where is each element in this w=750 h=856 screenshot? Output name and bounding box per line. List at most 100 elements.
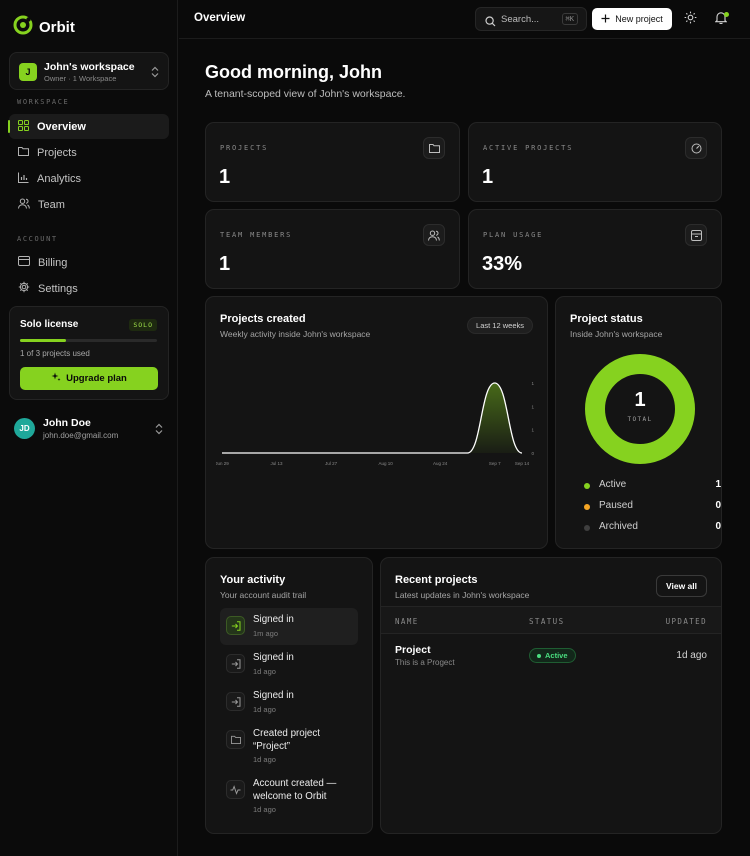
stat-label: PROJECTS	[220, 144, 269, 152]
legend-label: Paused	[599, 500, 633, 511]
sidebar-item-label: Projects	[37, 146, 77, 159]
y-tick-label: 1	[531, 404, 534, 409]
activity-subtitle: Your account audit trail	[220, 590, 307, 600]
chart-subtitle: Weekly activity inside John's workspace	[220, 329, 371, 339]
sidebar-item-label: Analytics	[37, 172, 82, 185]
project-name: Project	[395, 644, 431, 656]
credit-card-icon	[18, 256, 30, 269]
license-badge: SOLO	[129, 319, 157, 331]
legend-label: Archived	[599, 521, 638, 532]
y-tick-label: 0	[531, 451, 534, 456]
activity-item-title: Signed in	[253, 652, 294, 663]
folder-icon	[18, 146, 29, 159]
stat-card-plan-usage[interactable]: PLAN USAGE 33%	[468, 209, 722, 289]
project-description: This is a Progect	[395, 658, 455, 667]
sidebar-item-analytics[interactable]: Analytics	[9, 166, 169, 191]
status-label: Active	[545, 651, 568, 660]
sign-in-icon	[226, 654, 245, 673]
folder-icon	[423, 137, 445, 159]
recent-projects-card: Recent projects Latest updates in John's…	[380, 557, 722, 834]
license-card: Solo license SOLO 1 of 3 projects used U…	[9, 306, 169, 400]
sidebar-item-overview[interactable]: Overview	[8, 114, 169, 139]
sidebar-item-label: Settings	[38, 282, 78, 295]
user-email: john.doe@gmail.com	[43, 431, 119, 440]
status-subtitle: Inside John's workspace	[570, 329, 663, 339]
folder-icon	[226, 730, 245, 749]
column-header-status: STATUS	[529, 617, 565, 626]
new-project-button[interactable]: New project	[592, 8, 672, 30]
page-title: Overview	[194, 12, 246, 24]
legend-item-archived: Archived 0	[584, 521, 721, 535]
y-tick-label: 1	[531, 381, 534, 386]
activity-title: Your activity	[220, 574, 286, 586]
projects-created-card: Projects created Weekly activity inside …	[205, 296, 548, 549]
stat-value: 1	[219, 166, 231, 188]
column-header-updated: UPDATED	[665, 617, 707, 626]
range-select-button[interactable]: Last 12 weeks	[467, 317, 533, 334]
notification-dot	[724, 12, 729, 17]
activity-item[interactable]: Account created — welcome to Orbit 1d ago	[220, 772, 358, 820]
license-usage-bar	[20, 339, 157, 342]
upgrade-plan-button[interactable]: Upgrade plan	[20, 367, 158, 390]
x-tick-label: Jul 13	[271, 461, 284, 466]
projects-area-chart: Jun 29 Jul 13 Jul 27 Aug 10 Aug 24 Sep 7 Sep 1…	[216, 381, 534, 466]
theme-toggle-sun-icon[interactable]	[684, 11, 697, 29]
donut-total-value: 1	[634, 389, 646, 411]
stat-card-active-projects[interactable]: ACTIVE PROJECTS 1	[468, 122, 722, 202]
bar-chart-icon	[18, 172, 29, 186]
stat-card-projects[interactable]: PROJECTS 1	[205, 122, 460, 202]
x-tick-label: Jun 29	[216, 461, 229, 466]
workspace-switcher[interactable]: J John's workspace Owner · 1 Workspace	[9, 52, 169, 90]
legend-dot	[584, 483, 590, 489]
x-tick-label: Sep 14	[515, 461, 530, 466]
workspace-meta: Owner · 1 Workspace	[44, 74, 117, 83]
workspace-name: John's workspace	[44, 61, 135, 73]
sidebar-item-label: Overview	[37, 120, 86, 133]
greeting-title: Good morning, John	[205, 62, 382, 82]
sidebar-item-label: Billing	[38, 256, 68, 269]
upgrade-plan-label: Upgrade plan	[66, 373, 127, 384]
x-tick-label: Aug 10	[379, 461, 394, 466]
gauge-icon	[685, 137, 707, 159]
table-row[interactable]: Project This is a Progect Active 1d ago	[381, 636, 721, 676]
license-usage-fill	[20, 339, 66, 342]
column-header-name: NAME	[395, 617, 419, 626]
activity-item-time: 1d ago	[253, 755, 276, 764]
stat-card-team-members[interactable]: TEAM MEMBERS 1	[205, 209, 460, 289]
legend-dot	[584, 504, 590, 510]
activity-item-title: Created project “Project”	[253, 728, 320, 752]
search-icon	[485, 14, 496, 32]
activity-item-title: Signed in	[253, 690, 294, 701]
stat-value: 1	[219, 253, 231, 275]
brand[interactable]: Orbit	[13, 15, 75, 40]
activity-item-time: 1d ago	[253, 667, 276, 676]
activity-item-title: Signed in	[253, 614, 294, 625]
sidebar-item-team[interactable]: Team	[9, 192, 169, 217]
x-tick-label: Aug 24	[433, 461, 448, 466]
activity-item[interactable]: Created project “Project” 1d ago	[220, 722, 358, 770]
plus-icon	[601, 14, 610, 25]
stat-label: ACTIVE PROJECTS	[483, 144, 574, 152]
user-menu[interactable]: JD John Doe john.doe@gmail.com	[9, 410, 169, 446]
grid-icon	[18, 119, 29, 134]
donut-total-label: TOTAL	[627, 416, 653, 423]
orbit-logo-icon	[13, 15, 33, 40]
sidebar-item-projects[interactable]: Projects	[9, 140, 169, 165]
activity-item[interactable]: Signed in 1m ago	[220, 608, 358, 645]
brand-name: Orbit	[39, 19, 75, 36]
sidebar-item-billing[interactable]: Billing	[9, 250, 169, 275]
sparkle-icon	[51, 372, 61, 385]
legend-dot	[584, 525, 590, 531]
search-placeholder: Search...	[501, 14, 540, 25]
legend-label: Active	[599, 479, 627, 490]
view-all-button[interactable]: View all	[655, 575, 707, 597]
search-input[interactable]: Search... ⌘K	[475, 7, 587, 31]
legend-value: 1	[715, 479, 721, 490]
search-shortcut: ⌘K	[561, 13, 578, 25]
activity-item[interactable]: Signed in 1d ago	[220, 684, 358, 721]
activity-item[interactable]: Signed in 1d ago	[220, 646, 358, 683]
users-icon	[18, 198, 30, 212]
sidebar-item-settings[interactable]: Settings	[9, 276, 169, 301]
activity-card: Your activity Your account audit trail S…	[205, 557, 373, 834]
license-title: Solo license	[20, 319, 79, 330]
